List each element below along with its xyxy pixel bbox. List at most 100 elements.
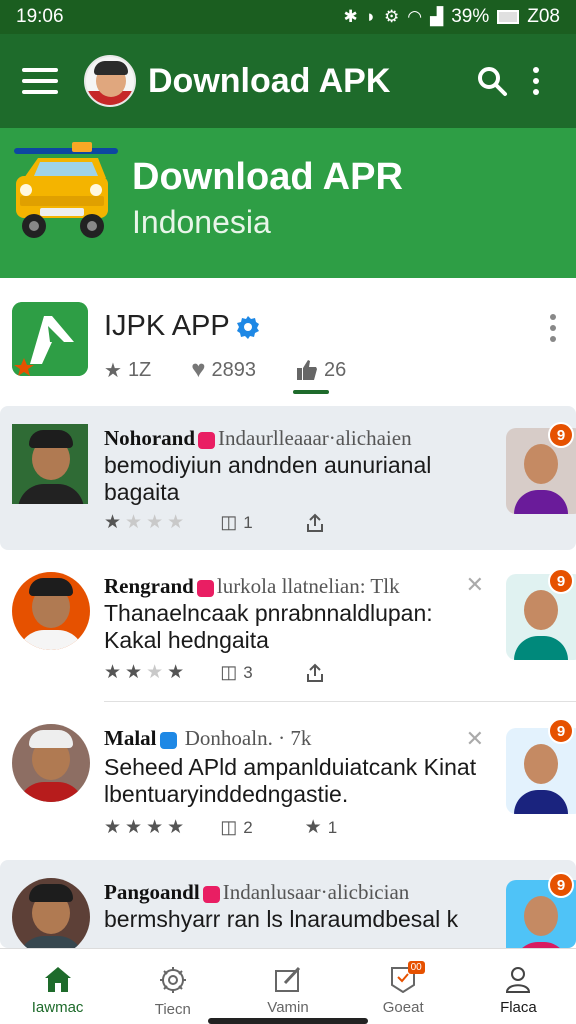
badge-icon bbox=[196, 579, 214, 597]
comment-button[interactable]: ◫ 1 bbox=[220, 512, 252, 533]
author-name: Nohorand bbox=[104, 426, 196, 450]
star-icon: ★ bbox=[304, 817, 322, 838]
post-author: Nohorand Indaurlleaaar·alichaien bbox=[104, 426, 412, 451]
app-name-label: IJPK APP bbox=[104, 310, 230, 342]
post-actions: ★ ★ ★ ★ ◫ 1 bbox=[104, 512, 377, 533]
likes-value: 2893 bbox=[211, 358, 257, 381]
avatar[interactable] bbox=[84, 55, 136, 107]
avatar[interactable] bbox=[12, 424, 88, 504]
app-more-icon[interactable] bbox=[550, 314, 556, 342]
nav-settings[interactable]: Tiecn bbox=[115, 949, 230, 1024]
app-name: IJPK APP bbox=[104, 310, 260, 343]
nav-settings-label: Tiecn bbox=[154, 1001, 191, 1018]
notification-icon[interactable]: 9 bbox=[548, 422, 574, 448]
feed-item[interactable]: Pangoandl Indanlusaar·alicbician bermshya… bbox=[0, 860, 576, 948]
feed-item[interactable]: Nohorand Indaurlleaaar·alichaien bemodiyi… bbox=[0, 406, 576, 550]
close-icon[interactable]: ✕ bbox=[466, 726, 484, 752]
share-button[interactable] bbox=[305, 663, 325, 683]
star-icon: ★ bbox=[146, 817, 164, 838]
post-author: Pangoandl Indanlusaar·alicbician bbox=[104, 880, 409, 905]
star-icon: ★ bbox=[104, 359, 122, 382]
star-icon: ★ bbox=[167, 662, 185, 683]
comment-button[interactable]: ◫ 3 bbox=[220, 662, 252, 683]
verified-icon bbox=[236, 315, 259, 339]
active-stat-indicator bbox=[293, 390, 329, 394]
settings-status-icon: ⚙ bbox=[384, 7, 400, 26]
post-author: Rengrand lurkola llatnelian: Tlk bbox=[104, 574, 400, 599]
badge-icon bbox=[198, 431, 216, 449]
gesture-bar bbox=[208, 1018, 368, 1024]
bluetooth-icon: ✱ bbox=[343, 7, 358, 26]
rating-stars: ★ ★ ★ ★ bbox=[104, 513, 184, 532]
battery-percent: 39% bbox=[451, 6, 490, 27]
avatar[interactable] bbox=[12, 878, 90, 948]
settings-icon bbox=[159, 967, 186, 993]
post-body: bermshyarr ran ls lnaraumdbesal k bbox=[104, 906, 459, 932]
banner-subtitle: Indonesia bbox=[132, 204, 271, 240]
nav-home-label: Iawmac bbox=[31, 999, 84, 1016]
author-name: Rengrand bbox=[104, 574, 194, 598]
truck-icon bbox=[14, 142, 118, 238]
rating-stars: ★ ★ ★ ★ bbox=[104, 663, 184, 682]
likes-stat[interactable]: ♥ 2893 bbox=[191, 356, 256, 384]
post-body: bemodiyiun andnden aunurianal bagaita bbox=[104, 452, 432, 505]
thumbs-value: 26 bbox=[324, 358, 347, 381]
comment-button[interactable]: ◫ 2 bbox=[220, 817, 252, 838]
nav-edit-label: Vamin bbox=[267, 999, 309, 1016]
nav-badges[interactable]: 00 Goeat bbox=[346, 949, 461, 1024]
feed-item[interactable]: Malal Donhoaln. · 7k ✕ Seheed APld ampan… bbox=[0, 708, 576, 858]
mute-icon: ◗ bbox=[365, 7, 377, 26]
app-title: Download APK bbox=[148, 61, 391, 100]
nav-home[interactable]: Iawmac bbox=[0, 949, 115, 1024]
avatar[interactable] bbox=[12, 724, 90, 802]
star-icon: ★ bbox=[146, 662, 164, 683]
post-meta: Indanlusaar·alicbician bbox=[222, 880, 410, 904]
notification-icon[interactable]: 9 bbox=[548, 872, 574, 898]
edit-icon bbox=[275, 966, 301, 992]
signal-icon: ▟ bbox=[430, 7, 444, 26]
rating-stat[interactable]: ★ 1Z bbox=[104, 358, 151, 383]
avatar[interactable] bbox=[12, 572, 90, 650]
star-icon: ★ bbox=[167, 817, 185, 838]
app-header: IJPK APP ★ 1Z ♥ 2893 26 bbox=[0, 278, 576, 406]
search-icon[interactable] bbox=[470, 59, 514, 103]
app-stats: ★ 1Z ♥ 2893 26 bbox=[104, 356, 386, 384]
star-icon: ★ bbox=[125, 817, 143, 838]
share-icon bbox=[306, 663, 323, 682]
status-icons: ✱ ◗ ⚙ ◠ ▟ 39% Z08 bbox=[344, 6, 560, 28]
thumbs-stat[interactable]: 26 bbox=[296, 359, 346, 382]
nav-profile[interactable]: Flaca bbox=[461, 949, 576, 1024]
profile-icon bbox=[506, 967, 531, 993]
author-name: Malal bbox=[104, 726, 157, 750]
notification-icon[interactable]: 9 bbox=[548, 718, 574, 744]
nav-badge-count: 00 bbox=[407, 961, 425, 974]
post-meta: lurkola llatnelian: Tlk bbox=[216, 574, 400, 598]
close-icon[interactable]: ✕ bbox=[466, 572, 484, 598]
post-body: Thanaelncaak pnrabnnaldlupan: Kakal hedn… bbox=[104, 600, 433, 653]
banner-title: Download APR bbox=[132, 156, 403, 198]
status-clock-right: Z08 bbox=[527, 6, 560, 27]
more-vert-icon[interactable] bbox=[514, 59, 558, 103]
share-button[interactable] bbox=[305, 513, 325, 533]
status-time: 19:06 bbox=[16, 6, 64, 27]
comment-icon: ◫ bbox=[220, 662, 238, 682]
star-icon: ★ bbox=[104, 817, 122, 838]
heart-icon: ♥ bbox=[191, 356, 206, 383]
app-logo-icon bbox=[12, 302, 88, 376]
comment-count: 1 bbox=[243, 512, 253, 532]
author-name: Pangoandl bbox=[104, 880, 200, 904]
star-icon: ★ bbox=[104, 662, 122, 683]
favorite-button[interactable]: ★ 1 bbox=[305, 816, 338, 839]
banner: Download APR Indonesia bbox=[0, 128, 576, 278]
nav-edit[interactable]: Vamin bbox=[230, 949, 345, 1024]
thumbs-up-icon bbox=[297, 360, 318, 380]
feed-item[interactable]: Rengrand lurkola llatnelian: Tlk ✕ Thanae… bbox=[0, 556, 576, 702]
battery-icon bbox=[497, 10, 520, 24]
star-icon: ★ bbox=[167, 512, 185, 533]
wifi-icon: ◠ bbox=[407, 7, 423, 26]
star-icon: ★ bbox=[125, 662, 143, 683]
home-icon bbox=[44, 967, 71, 992]
menu-icon[interactable] bbox=[22, 68, 58, 94]
notification-icon[interactable]: 9 bbox=[548, 568, 574, 594]
star-icon: ★ bbox=[125, 512, 143, 533]
